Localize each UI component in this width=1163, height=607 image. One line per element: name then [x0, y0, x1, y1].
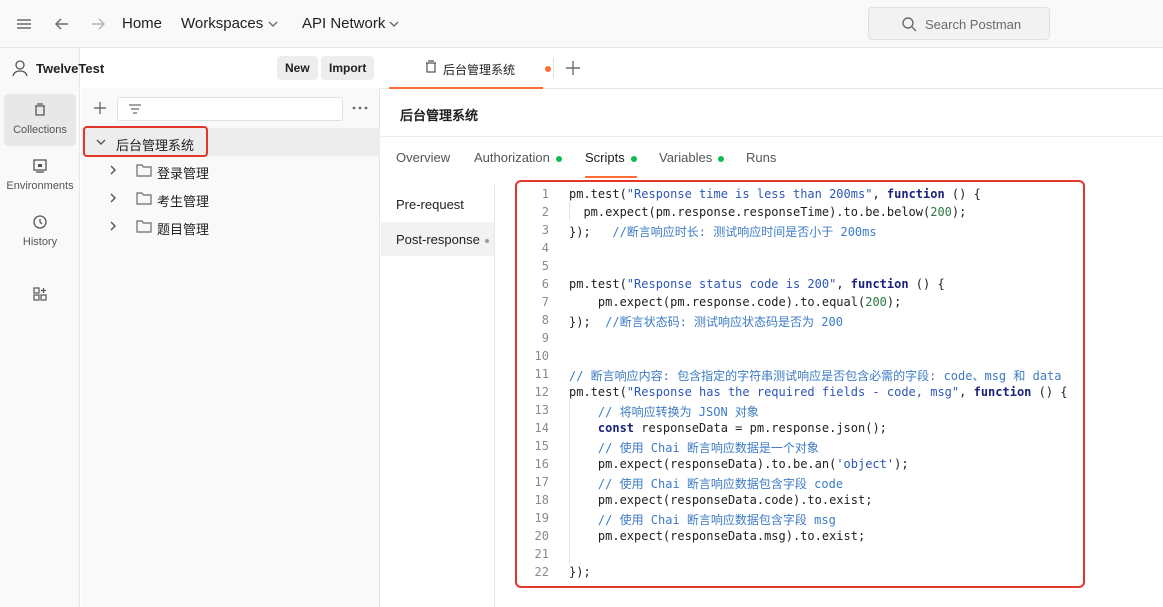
- collections-sidebar: 后台管理系统 登录管理 考生管理 题目管理: [81, 88, 380, 607]
- home-link[interactable]: Home: [122, 15, 162, 32]
- highlight-annotation: [83, 126, 208, 157]
- filter-icon: [129, 104, 141, 114]
- chevron-down-icon: [268, 21, 278, 27]
- rail-item-apps[interactable]: [4, 278, 76, 330]
- more-options-icon[interactable]: [351, 100, 369, 116]
- tab-label: 后台管理系统: [443, 63, 516, 77]
- folder-icon: [136, 164, 152, 177]
- tab-variables[interactable]: Variables: [659, 150, 725, 178]
- import-button[interactable]: Import: [321, 56, 375, 80]
- top-bar: Home Workspaces API Network Search Postm…: [0, 0, 1163, 48]
- tab-divider: [553, 58, 554, 78]
- tab-scripts[interactable]: Scripts: [585, 150, 637, 178]
- tab-collection[interactable]: 后台管理系统: [389, 48, 551, 89]
- nav-label: Post-response: [396, 232, 480, 247]
- tab-runs[interactable]: Runs: [746, 150, 776, 178]
- chevron-right-icon[interactable]: [107, 220, 119, 232]
- script-nav: Pre-request Post-response: [381, 185, 495, 607]
- divider: [381, 136, 1163, 137]
- back-arrow-icon[interactable]: [52, 14, 72, 34]
- rail-item-environments[interactable]: Environments: [4, 150, 76, 202]
- tab-label: Scripts: [585, 150, 625, 165]
- tab-label: Overview: [396, 150, 451, 165]
- status-dot: [555, 155, 562, 162]
- status-dot: [630, 155, 637, 162]
- tree-item-label: 登录管理: [157, 166, 210, 181]
- tree-item-folder[interactable]: 题目管理: [81, 212, 380, 240]
- tree-item-folder[interactable]: 考生管理: [81, 184, 380, 212]
- rail-item-history[interactable]: History: [4, 206, 76, 258]
- collection-icon: [426, 60, 436, 73]
- post-response-tab[interactable]: Post-response: [381, 222, 494, 256]
- workspace-header: TwelveTest New Import: [0, 48, 380, 88]
- tab-label: Variables: [659, 150, 713, 165]
- tree-item-label: 题目管理: [157, 222, 210, 237]
- tree-item-folder[interactable]: 登录管理: [81, 156, 380, 184]
- rail-label: Collections: [13, 124, 67, 136]
- add-tab-icon[interactable]: [564, 59, 582, 77]
- rail-item-collections[interactable]: Collections: [4, 94, 76, 146]
- search-icon: [902, 17, 917, 32]
- new-button[interactable]: New: [277, 56, 318, 80]
- search-input[interactable]: Search Postman: [868, 7, 1050, 40]
- search-placeholder: Search Postman: [925, 17, 1022, 32]
- pre-request-tab[interactable]: Pre-request: [381, 187, 494, 221]
- folder-icon: [136, 192, 152, 205]
- tab-label: Authorization: [474, 150, 550, 165]
- status-dot: [718, 155, 725, 162]
- folder-icon: [136, 220, 152, 233]
- status-dot: [484, 238, 489, 243]
- menu-icon[interactable]: [14, 14, 34, 34]
- user-icon: [12, 60, 28, 77]
- chevron-right-icon[interactable]: [107, 192, 119, 204]
- collections-icon: [35, 103, 45, 116]
- history-icon: [33, 215, 47, 229]
- tree-item-label: 考生管理: [157, 194, 210, 209]
- tab-label: Runs: [746, 150, 777, 165]
- workspace-name: TwelveTest: [36, 61, 105, 76]
- highlight-annotation: [515, 180, 1085, 588]
- tab-authorization[interactable]: Authorization: [474, 150, 562, 178]
- sidebar-toolbar: [81, 88, 380, 128]
- rail-label: Environments: [6, 180, 74, 192]
- chevron-right-icon[interactable]: [107, 164, 119, 176]
- icon-rail: Collections Environments History: [0, 48, 80, 607]
- filter-input[interactable]: [117, 97, 343, 121]
- tab-strip: 后台管理系统: [381, 48, 1163, 89]
- nav-label: Pre-request: [396, 197, 464, 212]
- apps-icon: [33, 287, 47, 301]
- tab-overview[interactable]: Overview: [396, 150, 450, 178]
- unsaved-indicator: [545, 66, 551, 72]
- page-title: 后台管理系统: [400, 108, 479, 123]
- api-network-menu[interactable]: API Network: [302, 15, 385, 32]
- rail-label: History: [22, 236, 58, 248]
- workspaces-menu[interactable]: Workspaces: [181, 15, 263, 32]
- add-icon[interactable]: [92, 100, 108, 116]
- chevron-down-icon: [389, 21, 399, 27]
- forward-arrow-icon[interactable]: [88, 14, 108, 34]
- environments-icon: [33, 159, 47, 173]
